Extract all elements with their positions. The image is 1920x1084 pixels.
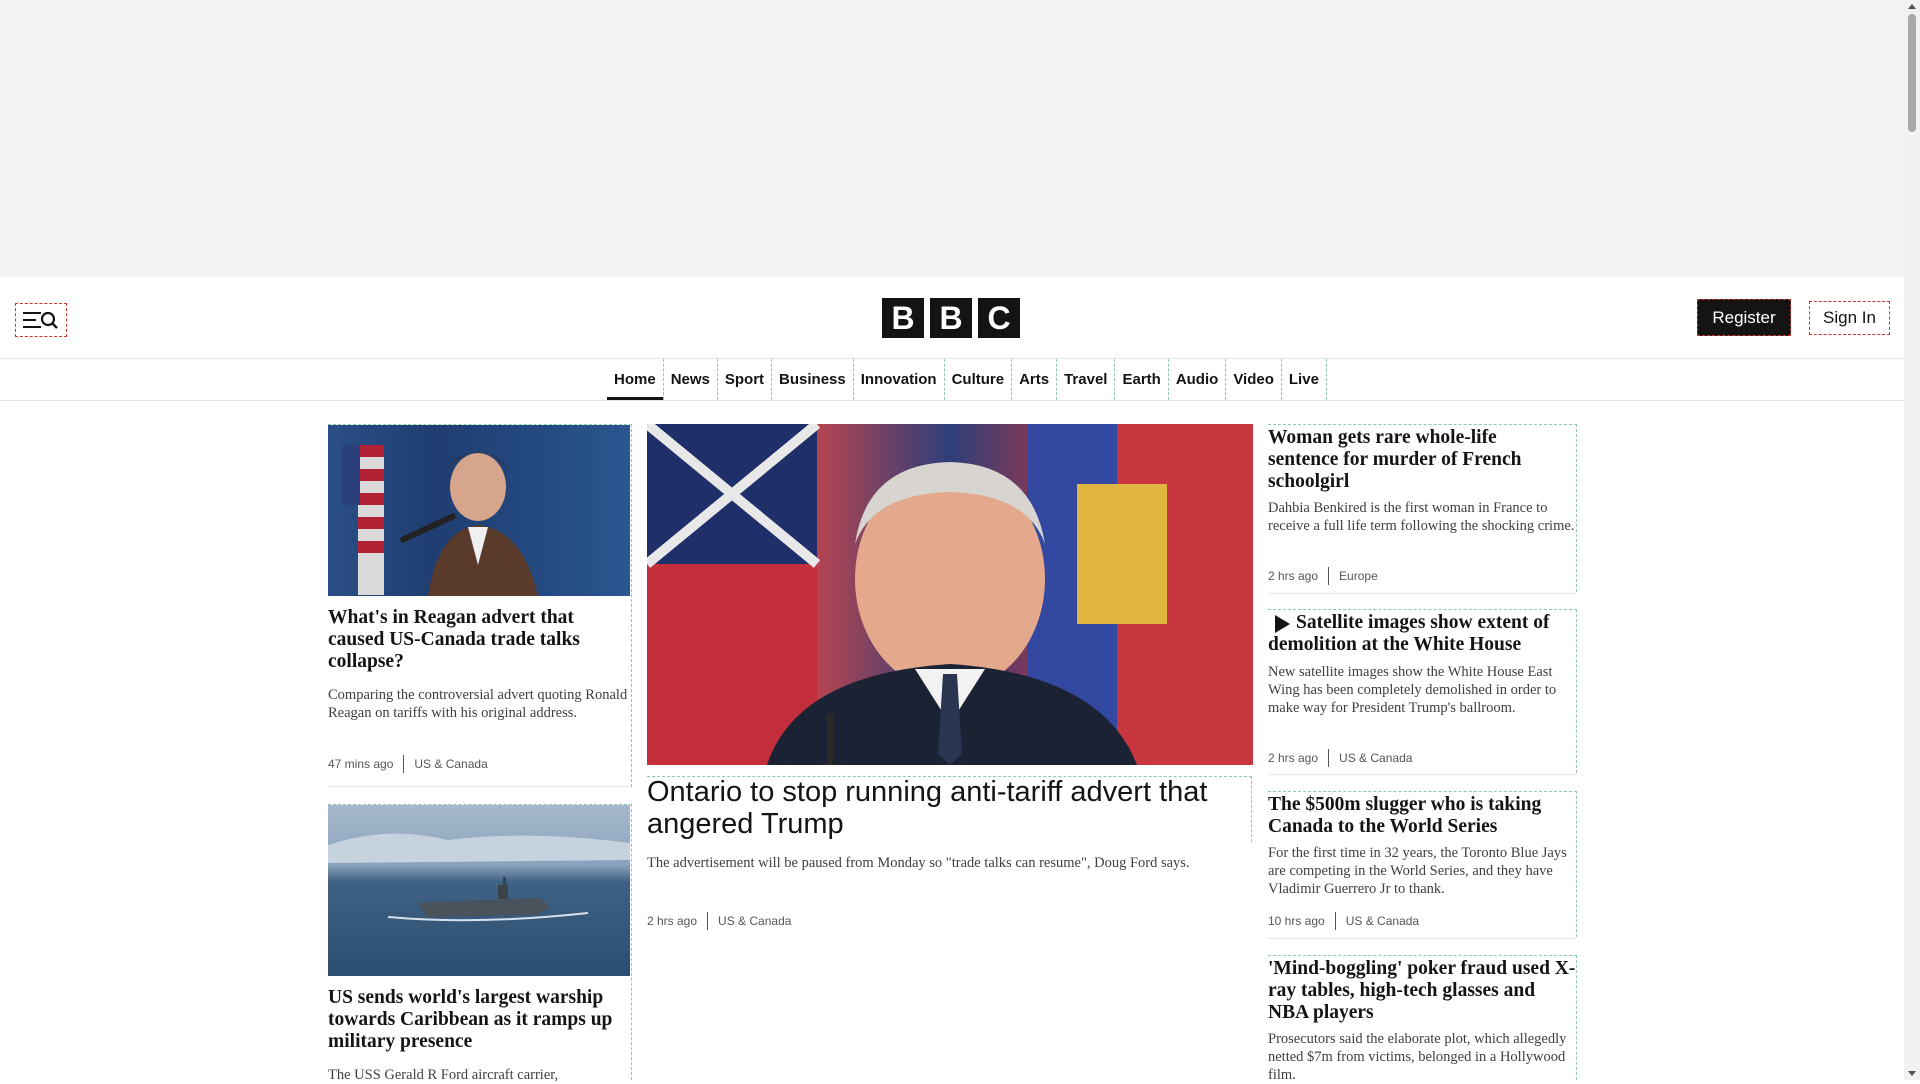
- story-section[interactable]: US & Canada: [718, 914, 791, 928]
- sign-in-button[interactable]: Sign In: [1809, 301, 1890, 335]
- logo-letter: B: [930, 298, 972, 338]
- story-meta: 2 hrs ago US & Canada: [647, 912, 791, 930]
- story-summary: The USS Gerald R Ford aircraft carrier,: [328, 1067, 559, 1083]
- menu-search-button[interactable]: [15, 303, 67, 337]
- story-timestamp: 2 hrs ago: [1268, 751, 1319, 765]
- story-meta: 2 hrs ago Europe: [1268, 567, 1378, 585]
- register-button[interactable]: Register: [1697, 299, 1791, 336]
- nav-item-culture[interactable]: Culture: [945, 359, 1013, 400]
- menu-search-icon: [23, 311, 58, 329]
- reagan-photo-illustration: [342, 445, 538, 596]
- story-headline[interactable]: What's in Reagan advert that caused US-C…: [328, 607, 628, 673]
- story-summary: For the first time in 32 years, the Toro…: [1268, 845, 1567, 897]
- story-headline[interactable]: 'Mind-boggling' poker fraud used X-ray t…: [1268, 958, 1576, 1024]
- story-card-france[interactable]: Woman gets rare whole-life sentence for …: [1268, 424, 1577, 592]
- story-headline[interactable]: The $500m slugger who is taking Canada t…: [1268, 794, 1568, 838]
- doug-ford-photo-illustration: [647, 424, 1253, 765]
- story-card-whitehouse[interactable]: Satellite images show extent of demoliti…: [1268, 609, 1577, 773]
- story-summary: The advertisement will be paused from Mo…: [647, 855, 1190, 871]
- meta-divider: [1334, 912, 1336, 930]
- story-summary: Prosecutors said the elaborate plot, whi…: [1268, 1031, 1567, 1083]
- divider: [328, 786, 631, 787]
- nav-item-innovation[interactable]: Innovation: [854, 359, 945, 400]
- story-section[interactable]: Europe: [1339, 569, 1378, 583]
- meta-divider: [1328, 749, 1330, 767]
- story-section[interactable]: US & Canada: [1339, 751, 1412, 765]
- story-timestamp: 47 mins ago: [328, 757, 394, 771]
- logo-letter: B: [882, 298, 924, 338]
- bbc-logo[interactable]: B B C: [882, 298, 1020, 338]
- story-summary: New satellite images show the White Hous…: [1268, 664, 1557, 716]
- story-section[interactable]: US & Canada: [1346, 914, 1419, 928]
- site-header: B B C Register Sign In: [0, 277, 1904, 359]
- story-card-warship[interactable]: US sends world's largest warship towards…: [328, 804, 632, 1083]
- story-headline[interactable]: Woman gets rare whole-life sentence for …: [1268, 427, 1568, 493]
- story-section[interactable]: US & Canada: [414, 757, 487, 771]
- meta-divider: [707, 912, 709, 930]
- warship-photo[interactable]: [328, 805, 630, 976]
- reagan-photo[interactable]: [328, 425, 630, 596]
- nav-item-home[interactable]: Home: [607, 359, 664, 400]
- story-timestamp: 2 hrs ago: [647, 914, 698, 928]
- story-meta: 2 hrs ago US & Canada: [1268, 749, 1412, 767]
- story-headline-row[interactable]: Satellite images show extent of demoliti…: [1268, 612, 1568, 656]
- story-summary: Dahbia Benkired is the first woman in Fr…: [1268, 500, 1575, 534]
- story-headline[interactable]: Satellite images show extent of demoliti…: [1268, 612, 1568, 656]
- page-scrollbar[interactable]: [1904, 0, 1920, 1080]
- story-timestamp: 2 hrs ago: [1268, 569, 1319, 583]
- story-card-reagan[interactable]: What's in Reagan advert that caused US-C…: [328, 424, 632, 787]
- story-card-poker[interactable]: 'Mind-boggling' poker fraud used X-ray t…: [1268, 955, 1577, 1083]
- meta-divider: [403, 755, 405, 773]
- divider: [1268, 593, 1576, 594]
- nav-item-live[interactable]: Live: [1282, 359, 1327, 400]
- nav-item-news[interactable]: News: [664, 359, 718, 400]
- meta-divider: [1328, 567, 1330, 585]
- nav-item-audio[interactable]: Audio: [1169, 359, 1227, 400]
- nav-item-video[interactable]: Video: [1226, 359, 1282, 400]
- play-icon: [1275, 615, 1290, 633]
- advert-area: [0, 0, 1904, 277]
- story-card-ontario[interactable]: Ontario to stop running anti-tariff adve…: [647, 424, 1253, 944]
- story-summary: Comparing the controversial advert quoti…: [328, 687, 628, 721]
- story-meta: 10 hrs ago US & Canada: [1268, 912, 1419, 930]
- nav-item-travel[interactable]: Travel: [1057, 359, 1116, 400]
- nav-item-arts[interactable]: Arts: [1012, 359, 1058, 400]
- scroll-up-arrow-icon[interactable]: [1908, 4, 1916, 9]
- divider: [1268, 938, 1576, 939]
- story-card-slugger[interactable]: The $500m slugger who is taking Canada t…: [1268, 791, 1577, 937]
- doug-ford-photo[interactable]: [647, 424, 1253, 765]
- logo-letter: C: [978, 298, 1020, 338]
- story-headline[interactable]: US sends world's largest warship towards…: [328, 987, 628, 1053]
- main-navigation: Home News Sport Business Innovation Cult…: [0, 359, 1904, 401]
- lead-story-headline[interactable]: Ontario to stop running anti-tariff adve…: [647, 776, 1253, 840]
- divider: [1268, 774, 1576, 775]
- scroll-down-arrow-icon[interactable]: [1908, 1071, 1916, 1076]
- nav-item-business[interactable]: Business: [772, 359, 854, 400]
- warship-photo-illustration: [328, 833, 630, 922]
- nav-item-sport[interactable]: Sport: [718, 359, 773, 400]
- scrollbar-thumb[interactable]: [1908, 14, 1916, 132]
- story-timestamp: 10 hrs ago: [1268, 914, 1325, 928]
- story-meta: 47 mins ago US & Canada: [328, 755, 488, 773]
- nav-item-earth[interactable]: Earth: [1115, 359, 1169, 400]
